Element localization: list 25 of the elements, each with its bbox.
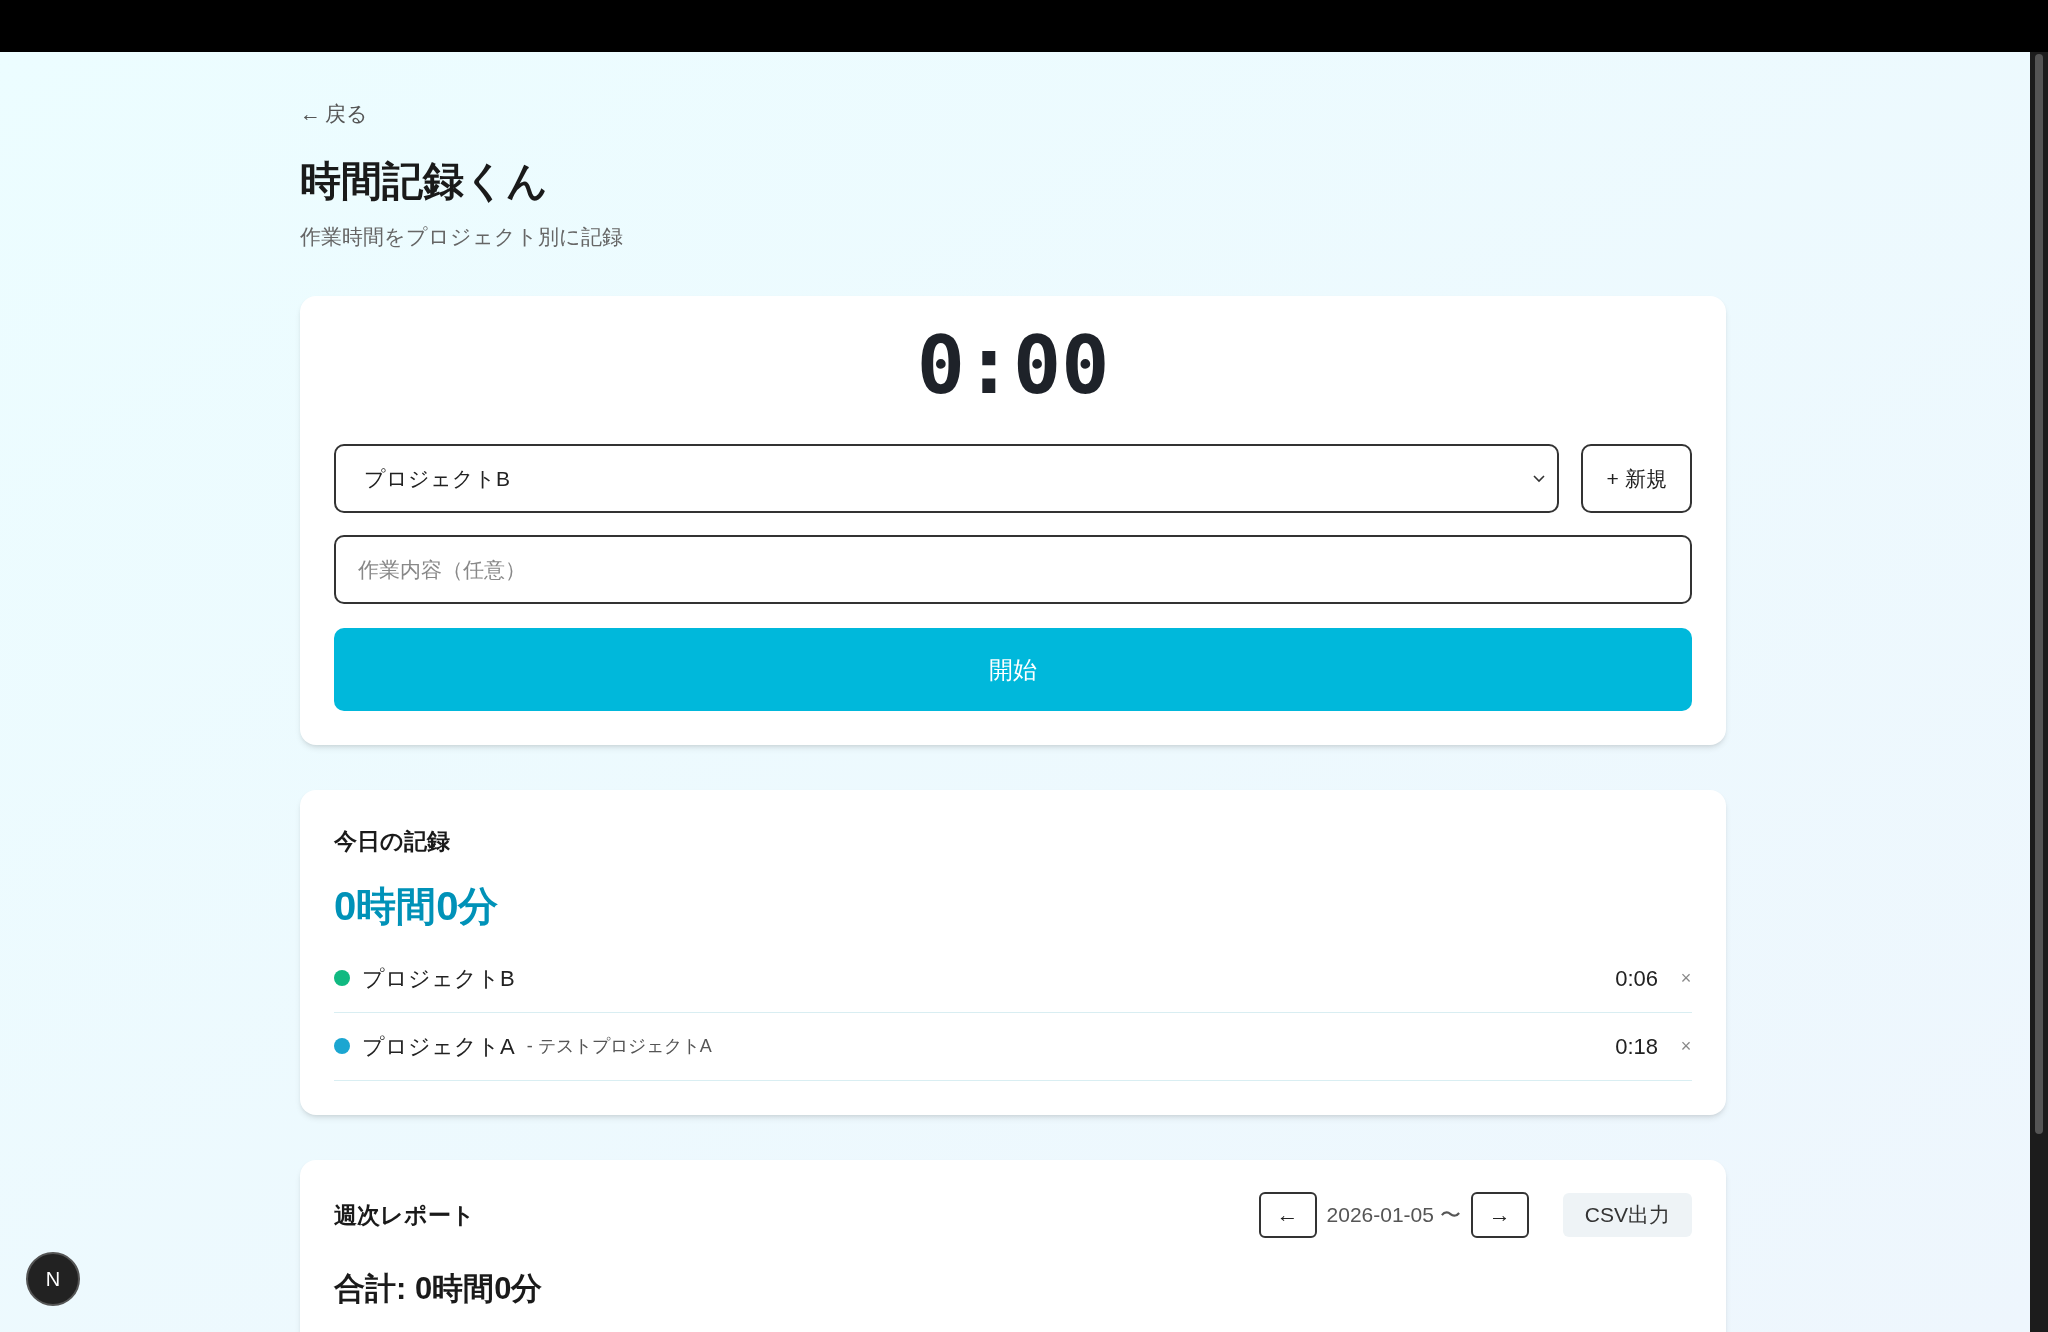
back-link[interactable]: ← 戻る [300,98,368,130]
timer-display: 0:00 [916,326,1110,407]
section-title: 週次レポート [334,1200,475,1230]
weekly-total: 合計: 0時間0分 [334,1269,543,1308]
new-project-button[interactable]: + 新規 [1581,444,1692,514]
chevron-down-icon [1533,474,1545,483]
dev-badge[interactable]: N [26,1252,80,1306]
project-name: プロジェクトB [362,964,515,993]
next-week-button[interactable]: → [1470,1191,1529,1238]
project-name: プロジェクトA [362,1032,515,1061]
delete-button[interactable]: × [1680,1032,1692,1060]
scrollbar[interactable] [2030,52,2048,1332]
delete-button[interactable]: × [1680,964,1692,992]
page-title: 時間記録くん [300,156,548,206]
today-total: 0時間0分 [334,882,499,930]
page-subtitle: 作業時間をプロジェクト別に記録 [300,223,623,250]
entry-note: - テストプロジェクトA [526,1034,712,1058]
week-label: 2026-01-05 〜 [1326,1202,1461,1228]
previous-week-button[interactable]: ← [1258,1191,1317,1238]
task-input-field[interactable]: 作業内容（任意） [334,535,1692,605]
entry-time: 0:18 [1615,1032,1658,1061]
project-select[interactable]: プロジェクトB [334,444,1559,514]
entry-time: 0:06 [1615,964,1658,993]
section-title: 今日の記録 [334,827,450,857]
csv-export-button[interactable]: CSV出力 [1562,1192,1692,1237]
